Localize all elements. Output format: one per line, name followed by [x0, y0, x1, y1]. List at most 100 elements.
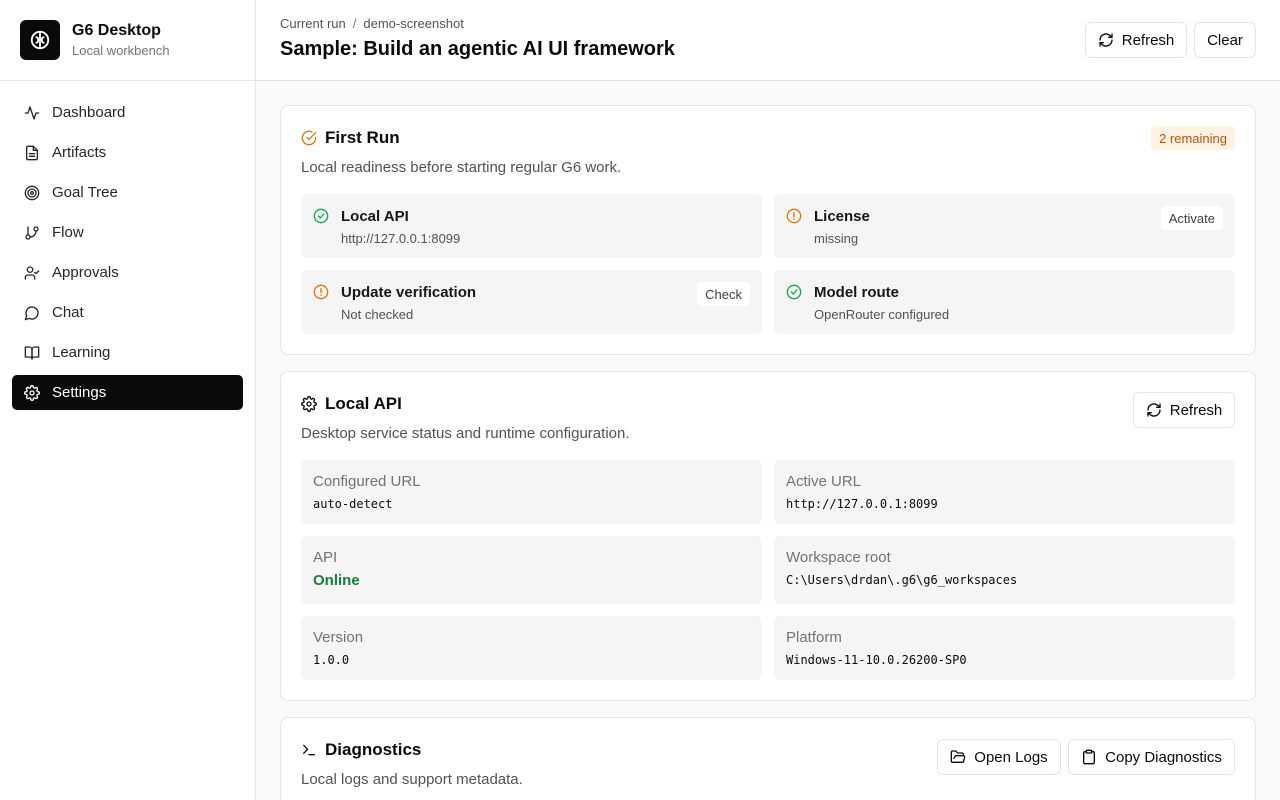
- local-api-title: Local API: [301, 394, 402, 414]
- check-detail: missing: [814, 231, 859, 246]
- git-branch-icon: [25, 225, 39, 240]
- sidebar-item-label: Learning: [52, 344, 111, 361]
- book-open-icon: [24, 345, 40, 360]
- platform-field: Platform Windows-11-10.0.26200-SP0: [774, 616, 1235, 680]
- field-value: 1.0.0: [313, 653, 350, 667]
- sidebar-item-label: Settings: [52, 384, 107, 401]
- sidebar-item-chat[interactable]: Chat: [12, 295, 243, 330]
- sidebar-item-goal-tree[interactable]: Goal Tree: [12, 175, 243, 210]
- app-subtitle: Local workbench: [72, 43, 170, 58]
- workspace-root-field: Workspace root C:\Users\drdan\.g6\g6_wor…: [774, 536, 1235, 604]
- sidebar-item-dashboard[interactable]: Dashboard: [12, 95, 243, 130]
- check-title: Model route: [814, 284, 899, 301]
- terminal-icon: [303, 744, 315, 756]
- target-icon: [24, 185, 40, 200]
- alert-circle-icon: [786, 208, 802, 224]
- check-update-verification: Update verification Not checked Check: [301, 270, 762, 334]
- field-label: Workspace root: [786, 549, 891, 566]
- breadcrumb-current: demo-screenshot: [363, 16, 464, 31]
- configured-url-field: Configured URL auto-detect: [301, 460, 762, 524]
- sidebar-item-label: Artifacts: [52, 144, 107, 161]
- first-run-title-text: First Run: [325, 128, 400, 147]
- api-status-field: API Online: [301, 536, 762, 604]
- sidebar-item-label: Chat: [52, 304, 84, 321]
- sidebar-item-approvals[interactable]: Approvals: [12, 255, 243, 290]
- field-value: Windows-11-10.0.26200-SP0: [786, 653, 967, 667]
- sidebar-item-label: Goal Tree: [52, 184, 118, 201]
- breadcrumb: Current run / demo-screenshot: [280, 16, 464, 31]
- settings-icon: [24, 384, 40, 401]
- open-logs-label: Open Logs: [974, 748, 1048, 766]
- api-status-value: Online: [313, 572, 360, 589]
- sidebar-item-settings[interactable]: Settings: [12, 375, 243, 410]
- brain-icon: [20, 20, 60, 60]
- copy-diagnostics-label: Copy Diagnostics: [1105, 748, 1222, 766]
- check-circle-icon: [313, 208, 329, 224]
- first-run-card: First Run 2 remaining Local readiness be…: [280, 105, 1256, 355]
- check-detail: OpenRouter configured: [814, 307, 950, 322]
- version-field: Version 1.0.0: [301, 616, 762, 680]
- local-api-refresh-button[interactable]: Refresh: [1133, 392, 1235, 428]
- clipboard-icon: [1083, 749, 1096, 765]
- header: Current run / demo-screenshot Sample: Buil…: [256, 0, 1280, 81]
- remaining-badge: 2 remaining: [1151, 126, 1235, 150]
- sidebar: G6 Desktop Local workbench Dashboard Art…: [0, 0, 256, 800]
- main-content: First Run 2 remaining Local readiness be…: [256, 81, 1280, 800]
- activate-button[interactable]: Activate: [1160, 206, 1223, 230]
- field-label: Configured URL: [313, 473, 421, 490]
- message-circle-icon: [24, 305, 39, 320]
- field-value: http://127.0.0.1:8099: [786, 497, 938, 511]
- check-detail: Not checked: [341, 307, 414, 322]
- check-local-api: Local API http://127.0.0.1:8099: [301, 194, 762, 258]
- check-title: License: [814, 208, 870, 225]
- local-api-title-text: Local API: [325, 394, 402, 413]
- file-text-icon: [26, 145, 38, 160]
- alert-circle-icon: [313, 284, 329, 300]
- check-detail: http://127.0.0.1:8099: [341, 231, 461, 246]
- local-api-description: Desktop service status and runtime confi…: [301, 425, 630, 442]
- sidebar-item-flow[interactable]: Flow: [12, 215, 243, 250]
- check-title: Local API: [341, 208, 409, 225]
- field-value: auto-detect: [313, 497, 393, 511]
- check-title: Update verification: [341, 284, 477, 301]
- user-check-icon: [24, 265, 40, 280]
- sidebar-item-label: Flow: [52, 224, 84, 241]
- folder-open-icon: [950, 750, 966, 763]
- settings-icon: [301, 396, 317, 412]
- field-value: C:\Users\drdan\.g6\g6_workspaces: [786, 573, 1018, 587]
- diagnostics-card: Diagnostics Open Logs Copy Diagnostics L…: [280, 717, 1256, 800]
- refresh-icon: [1099, 33, 1113, 47]
- page-title: Sample: Build an agentic AI UI framework: [280, 38, 675, 60]
- header-refresh-button[interactable]: Refresh: [1085, 22, 1187, 58]
- check-license: License missing Activate: [774, 194, 1235, 258]
- first-run-description: Local readiness before starting regular …: [301, 159, 622, 176]
- local-api-card: Local API Refresh Desktop service status…: [280, 371, 1256, 701]
- breadcrumb-parent[interactable]: Current run: [280, 16, 346, 31]
- diagnostics-description: Local logs and support metadata.: [301, 771, 523, 788]
- field-label: Version: [313, 629, 364, 646]
- diagnostics-title: Diagnostics: [301, 740, 421, 760]
- sidebar-nav: Dashboard Artifacts Goal Tree Flow Appro…: [0, 81, 255, 429]
- breadcrumb-separator: /: [352, 16, 357, 31]
- local-api-refresh-label: Refresh: [1169, 401, 1223, 419]
- sidebar-item-learning[interactable]: Learning: [12, 335, 243, 370]
- check-update-button[interactable]: Check: [697, 282, 750, 306]
- app-title: G6 Desktop: [72, 22, 161, 39]
- field-label: Active URL: [786, 473, 862, 490]
- check-model-route: Model route OpenRouter configured: [774, 270, 1235, 334]
- brand: G6 Desktop Local workbench: [0, 0, 255, 81]
- field-label: Platform: [786, 629, 842, 646]
- active-url-field: Active URL http://127.0.0.1:8099: [774, 460, 1235, 524]
- copy-diagnostics-button[interactable]: Copy Diagnostics: [1068, 739, 1235, 775]
- sidebar-item-label: Approvals: [52, 264, 119, 281]
- clear-label: Clear: [1207, 31, 1243, 49]
- field-label: API: [313, 549, 338, 566]
- check-circle-icon: [786, 284, 802, 300]
- clear-button[interactable]: Clear: [1194, 22, 1256, 58]
- sidebar-item-artifacts[interactable]: Artifacts: [12, 135, 243, 170]
- header-refresh-label: Refresh: [1121, 31, 1175, 49]
- refresh-icon: [1147, 403, 1161, 417]
- diagnostics-title-text: Diagnostics: [325, 740, 422, 759]
- sidebar-item-label: Dashboard: [52, 104, 126, 121]
- open-logs-button[interactable]: Open Logs: [937, 739, 1061, 775]
